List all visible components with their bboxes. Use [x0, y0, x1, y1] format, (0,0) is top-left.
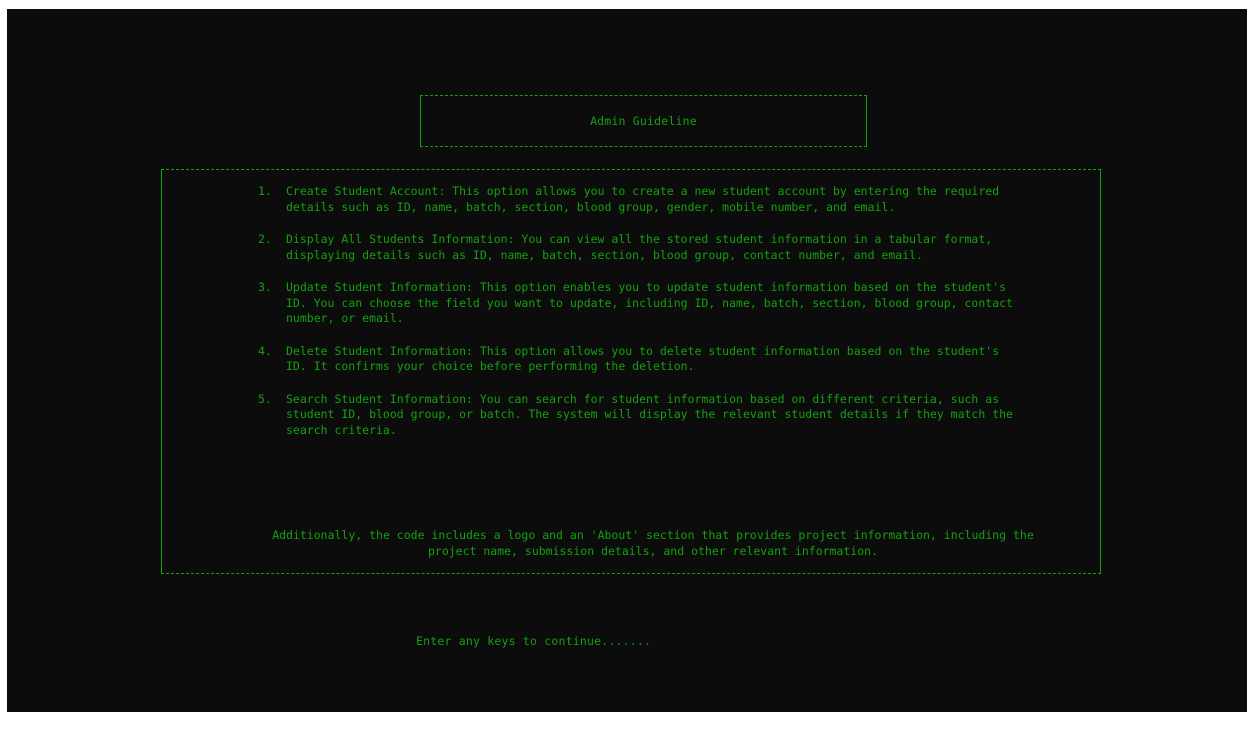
- item-number: 4.: [258, 343, 272, 358]
- guideline-item-search: 5. Search Student Information: You can s…: [258, 392, 1058, 439]
- console-window[interactable]: Admin Guideline 1. Create Student Accoun…: [7, 9, 1247, 712]
- item-number: 2.: [258, 232, 272, 246]
- item-text: Create Student Account: This option allo…: [286, 184, 1000, 214]
- guideline-list: 1. Create Student Account: This option a…: [258, 184, 1058, 455]
- guideline-item-update: 3. Update Student Information: This opti…: [258, 280, 1058, 327]
- page-title: Admin Guideline: [590, 114, 697, 128]
- continue-prompt[interactable]: Enter any keys to continue.......: [416, 634, 651, 648]
- guideline-item-display: 2. Display All Students Information: You…: [258, 232, 1058, 263]
- item-number: 1.: [258, 184, 272, 198]
- guideline-item-delete: 4. Delete Student Information: This opti…: [258, 344, 1058, 375]
- item-number: 3.: [258, 280, 272, 294]
- item-text: Delete Student Information: This option …: [286, 343, 1000, 374]
- item-text: Update Student Information: This option …: [286, 280, 1013, 325]
- guideline-item-create: 1. Create Student Account: This option a…: [258, 184, 1058, 215]
- item-text: Search Student Information: You can sear…: [286, 391, 1013, 437]
- additional-note: Additionally, the code includes a logo a…: [272, 528, 1034, 558]
- title-box: Admin Guideline: [420, 95, 867, 147]
- item-number: 5.: [258, 391, 272, 406]
- guideline-box: 1. Create Student Account: This option a…: [161, 169, 1101, 574]
- item-text: Display All Students Information: You ca…: [286, 232, 993, 262]
